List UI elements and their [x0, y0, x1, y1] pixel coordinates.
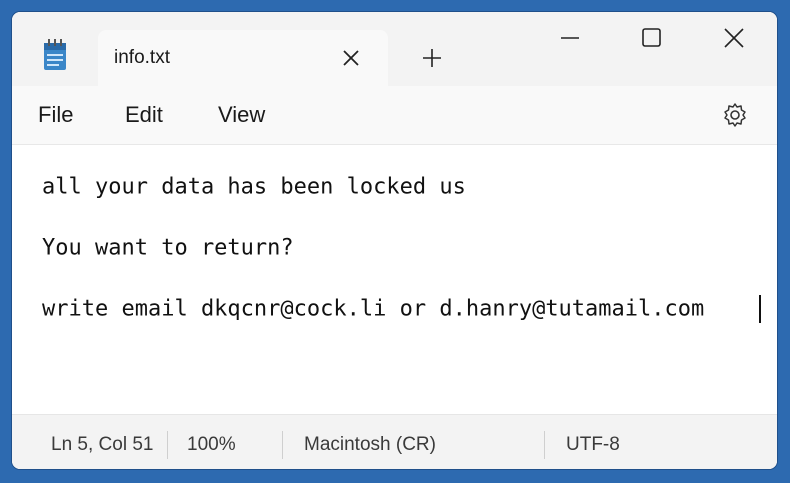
maximize-icon[interactable] [628, 22, 674, 54]
text-editor[interactable]: all your data has been locked us You wan… [12, 145, 777, 414]
tab-close-icon[interactable] [340, 47, 362, 69]
menu-view[interactable]: View [218, 102, 265, 128]
menu-bar: File Edit View [12, 86, 777, 145]
title-bar[interactable]: info.txt [12, 12, 777, 86]
gear-icon[interactable] [722, 102, 748, 128]
cursor-position: Ln 5, Col 51 [51, 434, 154, 455]
tab-info-txt[interactable]: info.txt [98, 30, 388, 86]
line-ending[interactable]: Macintosh (CR) [304, 434, 436, 456]
status-divider [544, 431, 545, 459]
zoom-level[interactable]: 100% [187, 434, 236, 456]
editor-line: You want to return? [42, 235, 294, 261]
text-caret [759, 295, 761, 323]
tab-title: info.txt [114, 47, 170, 68]
encoding[interactable]: UTF-8 [566, 434, 620, 456]
status-divider [167, 431, 168, 459]
minimize-icon[interactable] [547, 22, 593, 54]
status-divider [282, 431, 283, 459]
notepad-icon [44, 39, 66, 70]
close-window-icon[interactable] [711, 22, 757, 54]
new-tab-plus-icon[interactable] [420, 46, 444, 70]
editor-line: write email dkqcnr@cock.li or d.hanry@tu… [42, 296, 705, 322]
menu-edit[interactable]: Edit [125, 102, 163, 128]
menu-file[interactable]: File [38, 102, 73, 128]
notepad-window: info.txt File Edit View all your data ha… [12, 12, 777, 469]
editor-line: all your data has been locked us [42, 174, 466, 200]
status-bar: Ln 5, Col 51 100% Macintosh (CR) UTF-8 [12, 414, 777, 469]
